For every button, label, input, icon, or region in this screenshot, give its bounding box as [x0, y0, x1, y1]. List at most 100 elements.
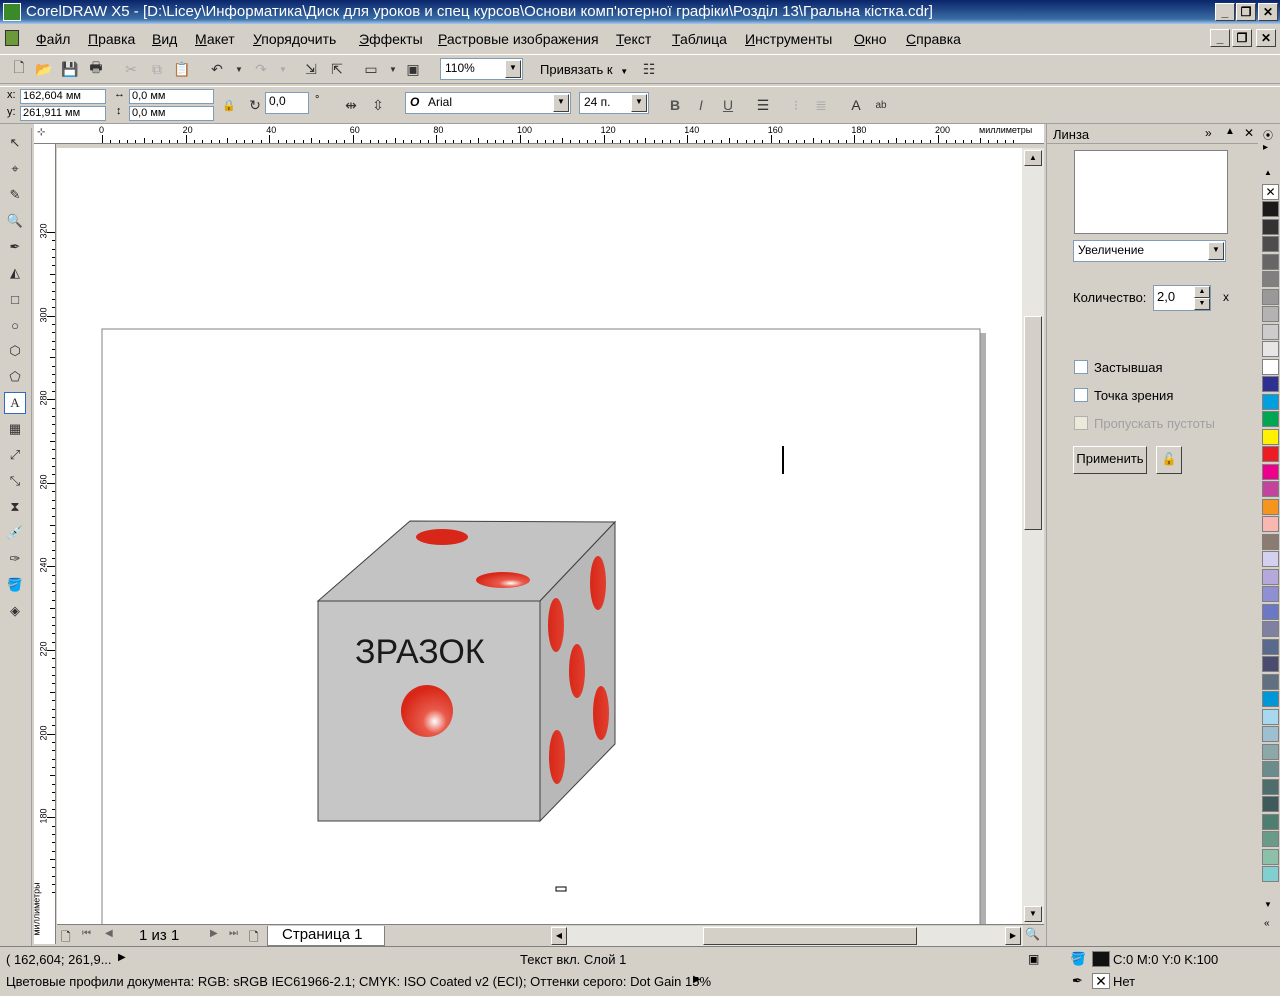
scroll-right-button[interactable]: ▶	[1005, 927, 1021, 945]
profiles-arrow-icon[interactable]: ▶	[693, 974, 701, 985]
blend-tool-icon[interactable]: ⧗	[4, 496, 26, 518]
pick-tool-icon[interactable]: ↖	[4, 132, 26, 154]
copy-icon[interactable]: ⧉	[146, 58, 168, 80]
lock-apply-icon[interactable]: 🔓	[1156, 446, 1182, 474]
doc-minimize-button[interactable]: _	[1210, 29, 1230, 47]
color-swatch[interactable]	[1262, 708, 1279, 725]
color-swatch[interactable]	[1262, 813, 1279, 830]
menu-layout[interactable]: Макет	[195, 31, 235, 47]
menu-arrange[interactable]: Упорядочить	[253, 31, 336, 47]
menu-tools[interactable]: Инструменты	[745, 31, 832, 47]
paste-icon[interactable]: 📋	[171, 58, 193, 80]
no-color-swatch[interactable]: ✕	[1262, 184, 1279, 200]
menu-help[interactable]: Справка	[906, 31, 961, 47]
color-swatch[interactable]	[1262, 376, 1279, 392]
edit-text-icon[interactable]: ab	[870, 94, 892, 116]
color-swatch[interactable]	[1262, 638, 1279, 655]
undo-dropdown-icon[interactable]: ▼	[228, 58, 250, 80]
color-swatch[interactable]	[1262, 516, 1279, 532]
palette-scroll-down-icon[interactable]: ▼	[1264, 900, 1272, 909]
palette-scroll-up-icon[interactable]: ▲	[1264, 168, 1272, 177]
font-list-select[interactable]: O Arial ▼	[405, 92, 571, 114]
rectangle-tool-icon[interactable]: □	[4, 288, 26, 310]
application-launcher-icon[interactable]: ▭	[360, 58, 382, 80]
bullet-list-icon[interactable]: ⁝	[785, 94, 807, 116]
color-swatch[interactable]	[1262, 393, 1279, 410]
freehand-tool-icon[interactable]: ✒	[4, 236, 26, 258]
restore-button[interactable]: ❐	[1236, 3, 1256, 21]
color-swatch[interactable]	[1262, 848, 1279, 865]
color-swatch[interactable]	[1262, 551, 1279, 567]
color-swatch[interactable]	[1262, 533, 1279, 550]
italic-button[interactable]: I	[690, 94, 712, 116]
close-button[interactable]: ✕	[1258, 3, 1278, 21]
color-swatch[interactable]	[1262, 831, 1279, 847]
scroll-thumb-h[interactable]	[703, 927, 917, 945]
save-icon[interactable]: 💾	[59, 58, 81, 80]
color-swatch[interactable]	[1262, 586, 1279, 602]
height-field[interactable]: 0,0 мм	[129, 106, 214, 121]
color-swatch[interactable]	[1262, 253, 1279, 270]
text-tool-icon[interactable]: A	[4, 392, 26, 414]
color-profiles[interactable]: Цветовые профили документа: RGB: sRGB IE…	[6, 974, 711, 989]
redo-dropdown-icon[interactable]: ▼	[272, 58, 294, 80]
fill-color-swatch[interactable]	[1092, 951, 1110, 967]
color-swatch[interactable]	[1262, 498, 1279, 515]
color-swatch[interactable]	[1262, 411, 1279, 427]
color-swatch[interactable]	[1262, 288, 1279, 305]
scroll-left-button[interactable]: ◀	[551, 927, 567, 945]
color-swatch[interactable]	[1262, 691, 1279, 707]
x-position-field[interactable]: 162,604 мм	[20, 89, 106, 104]
coords-arrow-icon[interactable]: ▶	[118, 952, 126, 963]
color-swatch[interactable]	[1262, 796, 1279, 812]
scroll-thumb[interactable]	[1024, 316, 1042, 530]
horizontal-scrollbar[interactable]: ◀ ▶	[551, 926, 1023, 946]
interactive-fill-tool-icon[interactable]: ◈	[4, 600, 26, 622]
connector-tool-icon[interactable]: ⤡	[4, 470, 26, 492]
color-swatch[interactable]	[1262, 673, 1279, 690]
color-swatch[interactable]	[1262, 218, 1279, 235]
color-swatch[interactable]	[1262, 656, 1279, 672]
next-page-icon[interactable]: ▶	[210, 928, 218, 939]
close-docker-icon[interactable]: ✕	[1244, 126, 1254, 140]
color-swatch[interactable]	[1262, 201, 1279, 217]
navigator-zoom-icon[interactable]: 🔍	[1025, 927, 1040, 941]
zoom-tool-icon[interactable]: 🔍	[4, 210, 26, 232]
doc-restore-button[interactable]: ❐	[1232, 29, 1252, 47]
color-swatch[interactable]	[1262, 428, 1279, 445]
font-size-select[interactable]: 24 п. ▼	[579, 92, 649, 114]
color-swatch[interactable]	[1262, 866, 1279, 882]
welcome-screen-icon[interactable]: ▣	[402, 58, 424, 80]
eyedropper-tool-icon[interactable]: 💉	[4, 522, 26, 544]
mirror-vertical-icon[interactable]: ⇳	[367, 94, 389, 116]
color-swatch[interactable]	[1262, 621, 1279, 637]
drop-cap-icon[interactable]: ≣	[810, 94, 832, 116]
color-swatch[interactable]	[1262, 726, 1279, 742]
palette-menu-icon[interactable]: ⦿	[1263, 127, 1273, 142]
color-swatch[interactable]	[1262, 481, 1279, 497]
menu-effects[interactable]: Эффекты	[359, 31, 423, 47]
menu-window[interactable]: Окно	[854, 31, 887, 47]
new-document-icon[interactable]: 🗋	[8, 58, 30, 80]
zoom-level-select[interactable]: 110% ▼	[440, 58, 523, 80]
bold-button[interactable]: B	[664, 94, 686, 116]
print-icon[interactable]: 🖶	[85, 58, 107, 80]
scroll-up-button[interactable]: ▲	[1024, 150, 1042, 166]
text-align-icon[interactable]: ☰	[752, 94, 774, 116]
expand-docker-icon[interactable]: »	[1205, 126, 1212, 140]
palette-options-icon[interactable]: ▸	[1263, 142, 1268, 153]
last-page-icon[interactable]: ⏭	[229, 928, 238, 939]
smart-fill-tool-icon[interactable]: ◭	[4, 262, 26, 284]
color-swatch[interactable]	[1262, 743, 1279, 760]
crop-tool-icon[interactable]: ✎	[4, 184, 26, 206]
color-swatch[interactable]	[1262, 358, 1279, 375]
text-properties-icon[interactable]: A	[845, 94, 867, 116]
color-swatch[interactable]	[1262, 778, 1279, 795]
ellipse-tool-icon[interactable]: ○	[4, 314, 26, 336]
drawing-canvas[interactable]: ЗРАЗОК	[57, 148, 1022, 924]
polygon-tool-icon[interactable]: ⬡	[4, 340, 26, 362]
outline-color-swatch[interactable]: ✕	[1092, 973, 1110, 989]
export-icon[interactable]: ⇱	[326, 58, 348, 80]
minimize-button[interactable]: _	[1215, 3, 1235, 21]
open-icon[interactable]: 📂	[33, 58, 55, 80]
